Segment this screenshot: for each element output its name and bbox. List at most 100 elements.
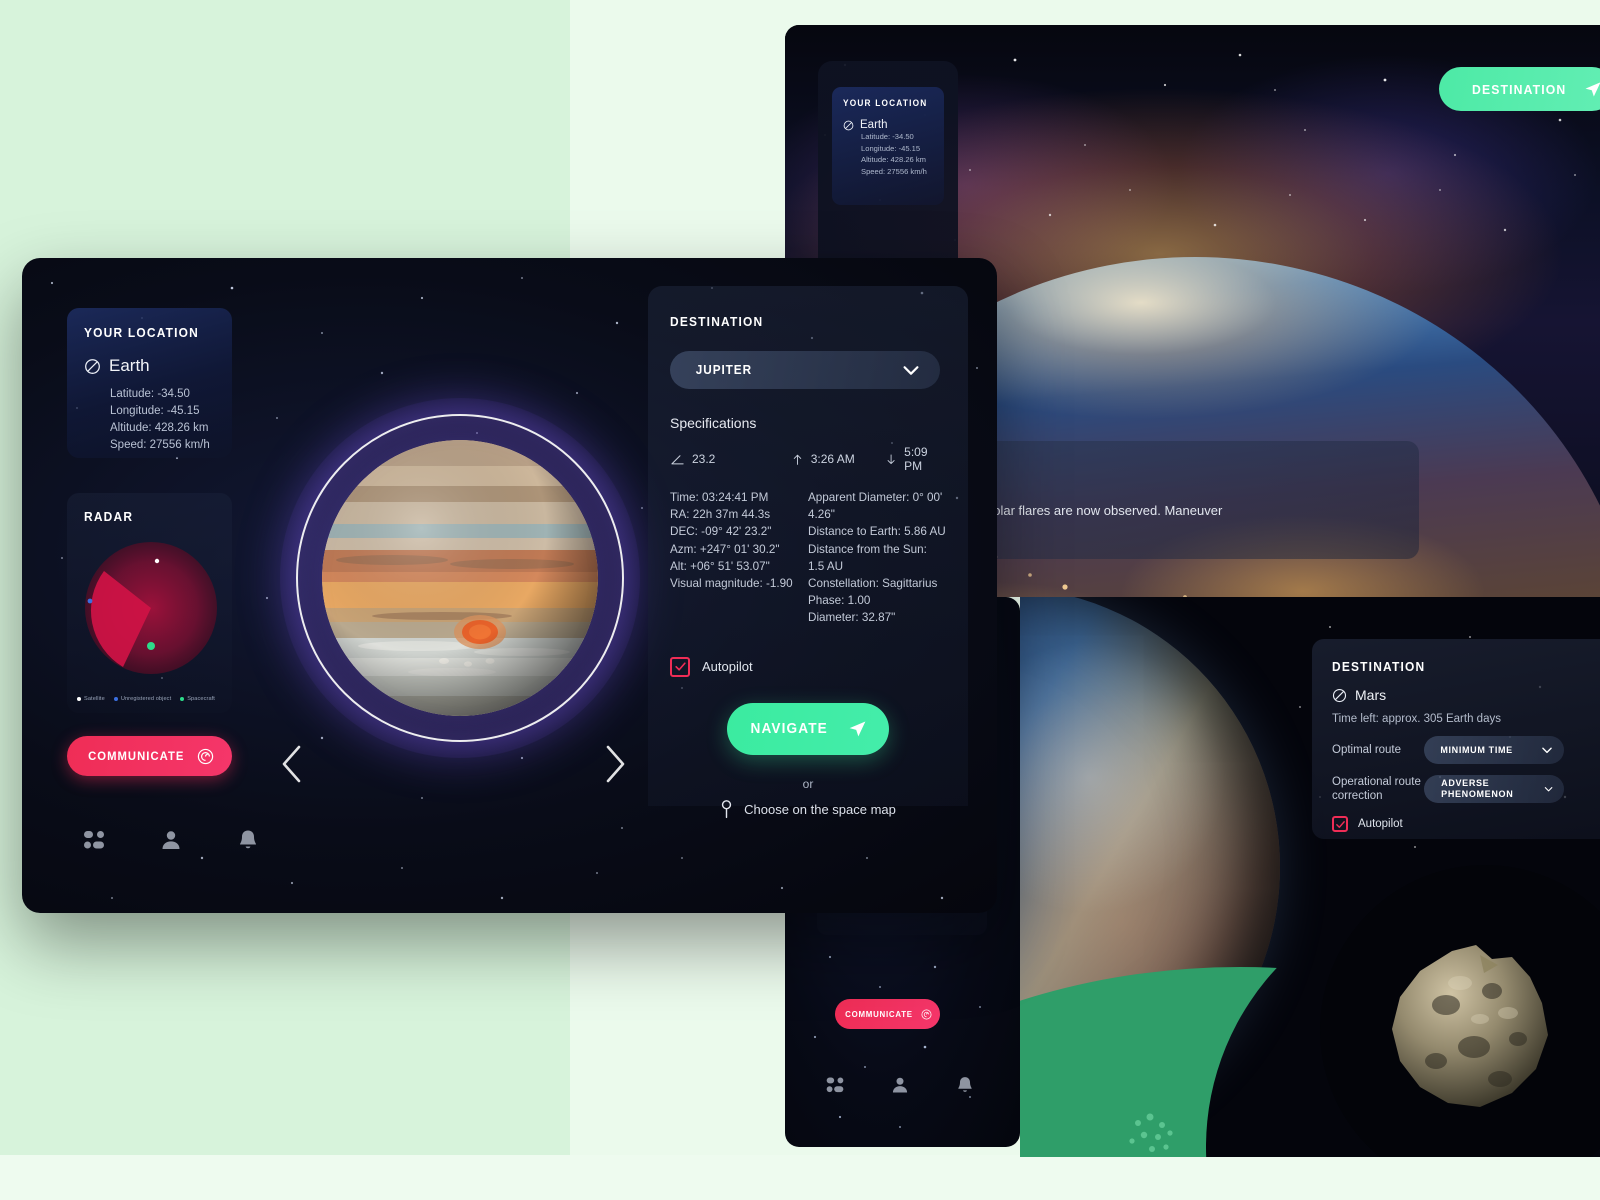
planet-icon xyxy=(85,358,100,374)
profile-icon[interactable] xyxy=(159,828,183,852)
spec-time: Time: 03:24:41 PM xyxy=(670,491,769,504)
legend-label-unregistered: Unregistered object xyxy=(120,696,172,702)
legend-item-satellite: Satellite xyxy=(77,696,105,702)
arrow-down-icon xyxy=(887,454,895,464)
profile-icon[interactable] xyxy=(890,1075,910,1095)
carousel-next-button[interactable] xyxy=(600,743,630,785)
sunrise-value: 3:26 AM xyxy=(810,452,855,466)
your-location-card: YOUR LOCATION Earth Latitude: -34.50 Lon… xyxy=(67,308,232,458)
destination-selected-value: JUPITER xyxy=(695,363,753,377)
spec-dec: DEC: -09° 42' 23.2" xyxy=(670,525,772,539)
spec-apparent-diameter: Apparent Diameter: 0° 00' 4.26" xyxy=(808,491,943,522)
mars-time-left: Time left: approx. 305 Earth days xyxy=(1332,713,1501,725)
planet-icon xyxy=(1332,688,1347,702)
speed-row: Speed: 27556 km/h xyxy=(110,439,210,451)
destination-pill-button[interactable]: DESTINATION xyxy=(1439,67,1600,111)
dashboard-icon[interactable] xyxy=(825,1075,845,1095)
check-icon xyxy=(1335,820,1345,828)
legend-label-satellite: Satellite xyxy=(84,696,105,702)
phone-communicate-button[interactable]: COMMUNICATE xyxy=(835,999,940,1029)
mars-autopilot-checkbox[interactable] xyxy=(1332,816,1348,832)
sunrise-stat: 3:26 AM xyxy=(791,452,885,467)
latitude-row: Latitude: -34.50 xyxy=(110,388,190,400)
arrow-up-icon xyxy=(793,454,801,465)
destination-panel: DESTINATION JUPITER Specifications 23.2 … xyxy=(648,286,968,818)
space-scene-card: DESTINATION Mars Time left: approx. 305 … xyxy=(1020,597,1600,1157)
optimal-route-label: Optimal route xyxy=(1332,744,1402,756)
signal-spiral-icon xyxy=(921,1009,932,1019)
angle-value: 23.2 xyxy=(692,452,716,466)
orbital-ring xyxy=(296,414,624,742)
chevron-down-icon xyxy=(903,366,919,375)
legend-dot-spacecraft xyxy=(180,697,185,701)
overlay-speed: Speed: 27556 km/h xyxy=(861,166,927,176)
optimal-route-select[interactable]: MINIMUM TIME xyxy=(1424,736,1564,764)
carousel-prev-button[interactable] xyxy=(277,743,307,785)
destination-title: DESTINATION xyxy=(670,314,764,329)
asteroid-object xyxy=(1392,945,1548,1107)
overlay-location-title: YOUR LOCATION xyxy=(843,98,928,108)
legend-dot-satellite xyxy=(77,697,81,701)
mars-destination-panel: DESTINATION Mars Time left: approx. 305 … xyxy=(1312,639,1600,839)
spec-ra: RA: 22h 37m 44.3s xyxy=(670,508,771,522)
notifications-icon[interactable] xyxy=(955,1075,975,1095)
overlay-location-rows: Latitude: -34.50 Longitude: -45.15 Altit… xyxy=(843,131,944,177)
mars-panel-title: DESTINATION xyxy=(1332,659,1426,674)
radar-title: RADAR xyxy=(84,509,134,524)
mars-planet-name: Mars xyxy=(1355,687,1387,703)
or-separator: or xyxy=(802,776,814,791)
angle-icon xyxy=(671,454,684,464)
autopilot-checkbox[interactable] xyxy=(670,656,690,677)
route-correction-label: Operational route correction xyxy=(1332,776,1421,802)
space-map-link[interactable]: Choose on the space map xyxy=(670,799,946,819)
quick-stats-row: 23.2 3:26 AM 5:09 PM xyxy=(670,445,946,473)
background-bottom-band xyxy=(0,1155,1600,1200)
overlay-location-card: YOUR LOCATION Earth Latitude: -34.50 Lon… xyxy=(832,87,944,205)
chevron-down-icon xyxy=(1544,787,1553,792)
spec-azm: Azm: +247° 01' 30.2" xyxy=(670,542,780,556)
dashboard-icon[interactable] xyxy=(82,828,106,852)
sunset-value: 5:09 PM xyxy=(904,445,928,473)
optimal-route-value: MINIMUM TIME xyxy=(1440,744,1513,756)
notifications-icon[interactable] xyxy=(236,828,260,852)
overlay-altitude: Altitude: 428.26 km xyxy=(861,155,927,164)
mars-autopilot-label: Autopilot xyxy=(1358,818,1403,830)
altitude-row: Altitude: 428.26 km xyxy=(110,422,209,434)
specs-left-column: Time: 03:24:41 PM RA: 22h 37m 44.3s DEC:… xyxy=(670,489,808,627)
spec-constellation: Constellation: Sagittarius xyxy=(808,577,938,591)
location-planet-row: Earth xyxy=(84,356,232,376)
navigation-main-card: YOUR LOCATION Earth Latitude: -34.50 Lon… xyxy=(22,258,997,913)
chevron-down-icon xyxy=(1542,747,1552,754)
radar-display[interactable] xyxy=(81,538,221,678)
angle-stat: 23.2 xyxy=(670,452,791,467)
route-correction-select[interactable]: ADVERSE PHENOMENON xyxy=(1424,775,1564,803)
location-planet-name: Earth xyxy=(109,356,150,375)
autopilot-row: Autopilot xyxy=(670,656,946,677)
radar-legend: Satellite Unregistered object Spacecraft xyxy=(77,696,215,702)
spec-alt: Alt: +06° 51' 53.07" xyxy=(670,559,770,573)
specifications-columns: Time: 03:24:41 PM RA: 22h 37m 44.3s DEC:… xyxy=(670,489,946,627)
specs-right-column: Apparent Diameter: 0° 00' 4.26" Distance… xyxy=(808,489,946,627)
destination-select[interactable]: JUPITER xyxy=(670,351,940,389)
mars-autopilot-row: Autopilot xyxy=(1332,816,1600,832)
space-map-link-label: Choose on the space map xyxy=(744,801,896,817)
communicate-label: COMMUNICATE xyxy=(87,749,185,763)
spec-phase: Phase: 1.00 xyxy=(808,594,871,608)
spec-distance-sun: Distance from the Sun: 1.5 AU xyxy=(808,542,927,573)
check-icon xyxy=(674,662,686,671)
mars-planet-row: Mars xyxy=(1332,687,1600,703)
overlay-longitude: Longitude: -45.15 xyxy=(861,143,921,153)
spec-visual-magnitude: Visual magnitude: -1.90 xyxy=(670,577,793,591)
navigate-button[interactable]: NAVIGATE xyxy=(727,702,889,755)
spec-distance-earth: Distance to Earth: 5.86 AU xyxy=(808,525,946,539)
your-location-title: YOUR LOCATION xyxy=(84,325,199,340)
spec-diameter: Diameter: 32.87" xyxy=(808,611,896,625)
map-pin-icon xyxy=(721,799,732,818)
navigate-label: NAVIGATE xyxy=(750,720,829,737)
communicate-button[interactable]: COMMUNICATE xyxy=(67,736,232,776)
planet-viewer xyxy=(250,368,670,788)
route-correction-value: ADVERSE PHENOMENON xyxy=(1441,778,1514,800)
main-bottom-nav xyxy=(82,828,260,852)
phone-communicate-label: COMMUNICATE xyxy=(845,1009,913,1019)
longitude-row: Longitude: -45.15 xyxy=(110,405,200,417)
